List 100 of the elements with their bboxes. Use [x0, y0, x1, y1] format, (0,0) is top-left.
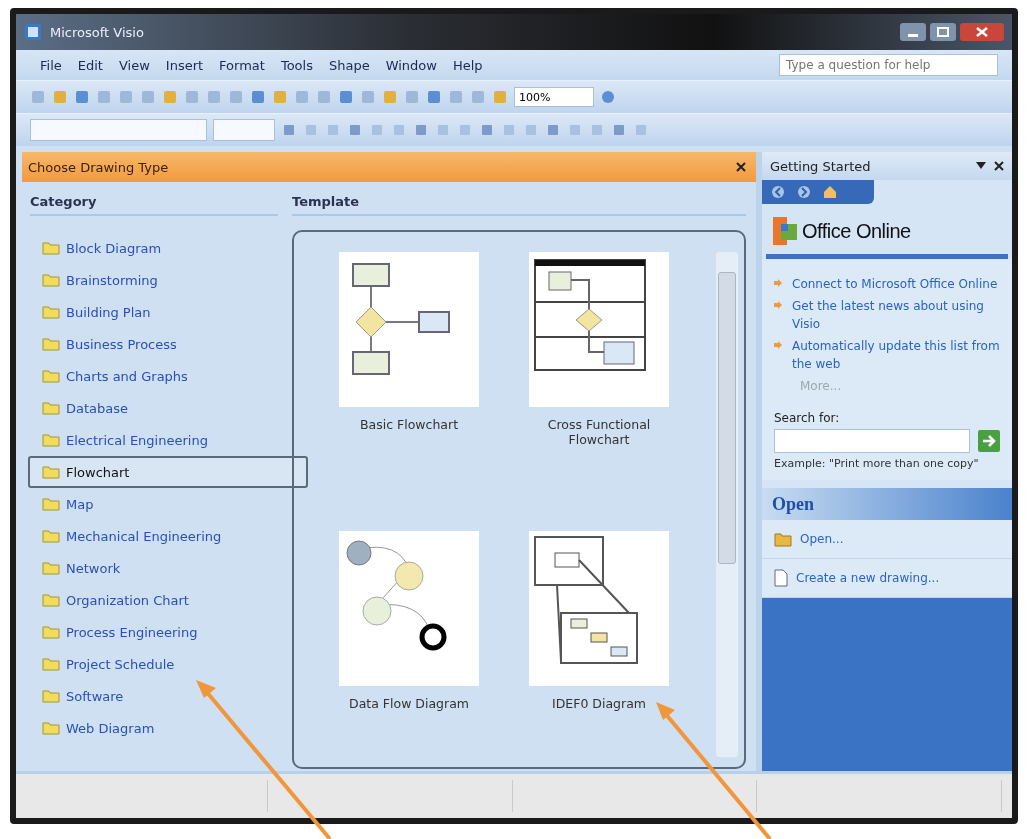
font-size-field[interactable]	[213, 119, 275, 141]
toolbar-icon[interactable]	[611, 122, 627, 138]
category-item[interactable]: Web Diagram	[28, 712, 278, 744]
category-item[interactable]: Electrical Engineering	[28, 424, 278, 456]
toolbar-icon[interactable]	[457, 122, 473, 138]
folder-icon	[42, 593, 60, 607]
toolbar-icon[interactable]	[633, 122, 649, 138]
toolbar-icon[interactable]	[470, 89, 486, 105]
link[interactable]: Get the latest news about using Visio	[792, 297, 1004, 333]
toolbar-icon[interactable]	[567, 122, 583, 138]
close-icon[interactable]	[994, 161, 1004, 171]
toolbar-icon[interactable]	[391, 122, 407, 138]
toolbar-icon[interactable]	[250, 89, 266, 105]
menu-item[interactable]: Tools	[280, 57, 313, 73]
forward-icon[interactable]	[796, 184, 812, 200]
category-item[interactable]: Software	[28, 680, 278, 712]
minimize-icon[interactable]	[900, 23, 926, 41]
category-item[interactable]: Map	[28, 488, 278, 520]
category-item[interactable]: Business Process	[28, 328, 278, 360]
folder-icon	[42, 305, 60, 319]
font-field[interactable]	[30, 119, 207, 141]
toolbar-icon[interactable]	[184, 89, 200, 105]
folder-icon	[42, 689, 60, 703]
link[interactable]: Open...	[800, 530, 844, 548]
toolbar-icon[interactable]	[325, 122, 341, 138]
toolbar-icon[interactable]	[426, 89, 442, 105]
category-item[interactable]: Database	[28, 392, 278, 424]
menu-item[interactable]: Insert	[165, 57, 204, 73]
toolbar-icon[interactable]	[589, 122, 605, 138]
menu-item[interactable]: Help	[452, 57, 483, 73]
example-text: Example: "Print more than one copy"	[774, 457, 980, 470]
toolbar-icon[interactable]	[360, 89, 376, 105]
category-item[interactable]: Block Diagram	[28, 232, 278, 264]
toolbar-icon[interactable]	[272, 89, 288, 105]
office-logo-icon	[772, 216, 798, 246]
home-icon[interactable]	[822, 184, 838, 200]
category-item[interactable]: Process Engineering	[28, 616, 278, 648]
column-heading: Template	[292, 194, 746, 216]
toolbar-icon[interactable]	[316, 89, 332, 105]
link[interactable]: Create a new drawing...	[796, 569, 940, 587]
toolbar-icon[interactable]	[545, 122, 561, 138]
folder-icon	[42, 273, 60, 287]
category-item[interactable]: Organization Chart	[28, 584, 278, 616]
toolbar-icon[interactable]	[74, 89, 90, 105]
toolbar-icon[interactable]	[281, 122, 297, 138]
category-item[interactable]: Flowchart	[28, 456, 308, 488]
zoom-field[interactable]: 100%	[514, 87, 594, 107]
scrollbar[interactable]	[716, 252, 738, 757]
category-item[interactable]: Mechanical Engineering	[28, 520, 278, 552]
menu-item[interactable]: Format	[219, 57, 265, 73]
folder-icon	[42, 625, 60, 639]
folder-icon	[42, 241, 60, 255]
help-icon[interactable]	[600, 89, 616, 105]
toolbar-icon[interactable]	[435, 122, 451, 138]
toolbar-icon[interactable]	[338, 89, 354, 105]
category-item[interactable]: Charts and Graphs	[28, 360, 278, 392]
toolbar-icon[interactable]	[369, 122, 385, 138]
toolbar-icon[interactable]	[140, 89, 156, 105]
pane-title: Getting Started	[770, 158, 871, 174]
folder-icon	[42, 465, 60, 479]
category-item[interactable]: Brainstorming	[28, 264, 278, 296]
toolbar-icon[interactable]	[448, 89, 464, 105]
close-icon[interactable]	[736, 162, 746, 172]
toolbar-icon[interactable]	[492, 89, 508, 105]
link[interactable]: Connect to Microsoft Office Online	[792, 275, 998, 293]
column-heading: Category	[30, 194, 278, 216]
back-icon[interactable]	[770, 184, 786, 200]
toolbar-icon[interactable]	[523, 122, 539, 138]
menu-item[interactable]: Window	[385, 57, 437, 73]
toolbar-icon[interactable]	[228, 89, 244, 105]
category-item[interactable]: Building Plan	[28, 296, 278, 328]
menu-item[interactable]: Shape	[328, 57, 370, 73]
toolbar-icon[interactable]	[501, 122, 517, 138]
toolbar-icon[interactable]	[404, 89, 420, 105]
toolbar-icon[interactable]	[479, 122, 495, 138]
arrow-bullet-icon	[774, 341, 782, 349]
menu-item[interactable]: Edit	[77, 57, 103, 73]
menu-item[interactable]: File	[40, 57, 62, 73]
maximize-icon[interactable]	[930, 23, 956, 41]
search-field[interactable]	[774, 429, 970, 453]
panel-title: Choose Drawing Type	[28, 159, 169, 175]
toolbar-icon[interactable]	[162, 89, 178, 105]
toolbar-icon[interactable]	[303, 122, 319, 138]
category-item[interactable]: Network	[28, 552, 278, 584]
toolbar-icon[interactable]	[294, 89, 310, 105]
app-icon	[24, 23, 42, 41]
folder-icon	[42, 721, 60, 735]
toolbar-icon[interactable]	[96, 89, 112, 105]
dropdown-icon[interactable]	[976, 162, 986, 170]
toolbar-icon[interactable]	[30, 89, 46, 105]
help-search-field[interactable]: Type a question for help	[779, 54, 998, 76]
category-item[interactable]: Project Schedule	[28, 648, 278, 680]
toolbar-icon[interactable]	[118, 89, 134, 105]
link[interactable]: Automatically update this list from the web	[792, 337, 1004, 373]
toolbar-icon[interactable]	[413, 122, 429, 138]
toolbar-icon[interactable]	[382, 89, 398, 105]
toolbar-icon[interactable]	[206, 89, 222, 105]
menu-item[interactable]: View	[118, 57, 150, 73]
toolbar-icon[interactable]	[52, 89, 68, 105]
toolbar-icon[interactable]	[347, 122, 363, 138]
